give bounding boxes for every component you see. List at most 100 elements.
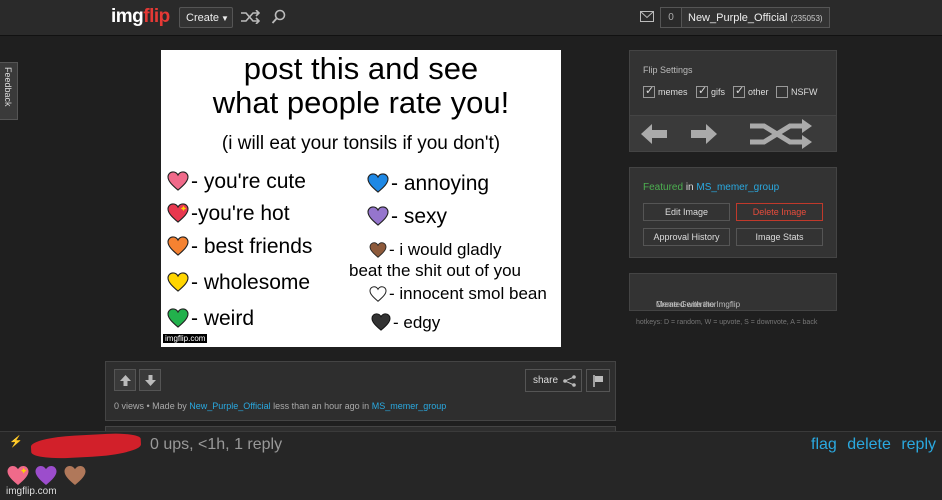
feedback-tab[interactable]: Feedback bbox=[0, 62, 18, 120]
upvote-button[interactable] bbox=[114, 369, 136, 391]
meme-item: - weird bbox=[167, 307, 254, 331]
brown-heart-icon bbox=[64, 465, 86, 486]
meme-item-text: - innocent smol bean bbox=[389, 284, 547, 303]
mail-icon[interactable] bbox=[640, 11, 654, 22]
checkbox-other[interactable]: other bbox=[733, 84, 769, 98]
checkbox-unchecked-icon bbox=[776, 86, 788, 98]
checkbox-checked-icon bbox=[643, 84, 655, 98]
comment-actions: flag delete reply bbox=[805, 436, 936, 454]
downvote-button[interactable] bbox=[139, 369, 161, 391]
meme-item-continued: beat the shit out of you bbox=[349, 261, 522, 280]
yellow-heart-icon bbox=[167, 272, 189, 292]
featured-stream-link[interactable]: MS_memer_group bbox=[696, 182, 779, 193]
meme-watermark: imgflip.com bbox=[163, 334, 208, 343]
purple-heart-icon bbox=[35, 465, 57, 486]
image-meta: 0 views • Made by New_Purple_Official le… bbox=[114, 401, 446, 411]
view-count: 0 views bbox=[114, 401, 145, 411]
meme-item-text: - annoying bbox=[391, 172, 490, 195]
checkbox-memes[interactable]: memes bbox=[643, 84, 688, 98]
comment-delete-link[interactable]: delete bbox=[847, 436, 891, 453]
top-nav-bar: imgflip Create ▼ 0 New_Purple_Official (2… bbox=[0, 0, 942, 36]
shuffle-icon[interactable] bbox=[240, 10, 260, 24]
checkbox-nsfw[interactable]: NSFW bbox=[776, 86, 818, 98]
meme-item: - i would gladly bbox=[369, 239, 501, 260]
checkbox-checked-icon bbox=[696, 84, 708, 98]
arrow-left-icon[interactable] bbox=[641, 124, 667, 144]
share-icon bbox=[563, 375, 576, 387]
comment-flag-link[interactable]: flag bbox=[811, 436, 837, 453]
user-points: (235053) bbox=[790, 14, 823, 23]
share-button[interactable]: share bbox=[525, 369, 582, 392]
pink-heart-icon bbox=[167, 171, 189, 191]
flag-icon bbox=[593, 375, 603, 387]
white-heart-icon bbox=[369, 286, 387, 302]
user-menu-dropdown[interactable]: New_Purple_Official (235053) ▼ bbox=[681, 7, 830, 28]
checkbox-label: gifs bbox=[711, 87, 726, 97]
green-heart-icon bbox=[167, 308, 189, 328]
meme-item-text: - wholesome bbox=[191, 271, 311, 294]
meme-item-text: - best friends bbox=[191, 235, 313, 258]
image-info-bar: share 0 views • Made by New_Purple_Offic… bbox=[105, 361, 616, 421]
redacted-username bbox=[30, 432, 142, 460]
featured-line: Featured in MS_memer_group bbox=[643, 182, 779, 193]
image-stats-button[interactable]: Image Stats bbox=[736, 228, 823, 246]
share-label: share bbox=[533, 375, 559, 386]
comment-overlay: ⚡ 0 ups, <1h, 1 reply flag delete reply … bbox=[0, 431, 942, 500]
logo-text-flip: flip bbox=[143, 6, 170, 27]
delete-image-button[interactable]: Delete Image bbox=[736, 203, 823, 221]
author-link[interactable]: New_Purple_Official bbox=[189, 401, 270, 411]
sparkling-heart-icon bbox=[7, 465, 29, 486]
checkbox-label: memes bbox=[658, 87, 688, 97]
meme-item: -you're hot bbox=[167, 202, 290, 226]
logo-text-img: img bbox=[111, 6, 144, 27]
orange-heart-icon bbox=[167, 236, 189, 256]
made-by-label: • Made by bbox=[146, 401, 187, 411]
time-text: less than an hour ago in bbox=[273, 401, 370, 411]
meme-item: - you're cute bbox=[167, 170, 306, 194]
arrow-down-icon bbox=[145, 375, 156, 386]
arrow-up-icon bbox=[120, 375, 131, 386]
meme-item-text: - edgy bbox=[393, 313, 441, 332]
featured-panel: Featured in MS_memer_group Edit Image De… bbox=[629, 167, 837, 258]
shuffle-icon[interactable] bbox=[748, 119, 814, 149]
meme-subtitle: (i will eat your tonsils if you don't) bbox=[221, 133, 501, 154]
meme-item: - sexy bbox=[367, 205, 447, 229]
flag-button[interactable] bbox=[586, 369, 610, 392]
imgflip-logo[interactable]: imgflip bbox=[111, 6, 170, 28]
comment-watermark: imgflip.com bbox=[6, 486, 57, 497]
edit-image-button[interactable]: Edit Image bbox=[643, 203, 730, 221]
meme-item: - wholesome bbox=[167, 271, 310, 295]
meme-item: - edgy bbox=[371, 312, 440, 333]
caret-down-icon: ▼ bbox=[221, 14, 229, 23]
created-with-panel: Created with the Imgflip Meme Generator bbox=[629, 273, 837, 311]
arrow-right-icon[interactable] bbox=[691, 124, 717, 144]
create-dropdown-button[interactable]: Create ▼ bbox=[179, 7, 233, 28]
meme-item-text: - weird bbox=[191, 307, 255, 330]
black-heart-icon bbox=[371, 313, 391, 331]
checkbox-checked-icon bbox=[733, 84, 745, 98]
create-label: Create bbox=[186, 12, 220, 24]
lightning-icon: ⚡ bbox=[9, 436, 23, 448]
stream-link[interactable]: MS_memer_group bbox=[372, 401, 447, 411]
notification-count[interactable]: 0 bbox=[660, 7, 682, 28]
comment-reply-link[interactable]: reply bbox=[901, 436, 936, 453]
checkbox-gifs[interactable]: gifs bbox=[696, 84, 726, 98]
checkbox-label: NSFW bbox=[791, 87, 818, 97]
blue-heart-icon bbox=[367, 173, 389, 193]
featured-label: Featured bbox=[643, 182, 684, 193]
meme-item-text: - i would gladly bbox=[389, 240, 502, 259]
flip-settings-panel: Flip Settings memes gifs other NSFW bbox=[629, 50, 837, 152]
flip-navigation bbox=[630, 115, 836, 151]
meme-image: post this and see what people rate you! … bbox=[161, 50, 561, 347]
meme-title-line1: post this and see bbox=[243, 51, 479, 86]
sparkling-heart-icon bbox=[167, 203, 189, 223]
brown-heart-icon bbox=[369, 242, 387, 258]
purple-heart-icon bbox=[367, 206, 389, 226]
meme-item-text: - you're cute bbox=[191, 170, 306, 193]
approval-history-button[interactable]: Approval History bbox=[643, 228, 730, 246]
flip-settings-title: Flip Settings bbox=[643, 65, 693, 75]
meme-item-text: - sexy bbox=[391, 205, 448, 228]
search-icon[interactable] bbox=[271, 9, 287, 25]
meme-generator-link[interactable]: Meme Generator bbox=[656, 300, 716, 309]
comment-stats: 0 ups, <1h, 1 reply bbox=[150, 436, 283, 453]
